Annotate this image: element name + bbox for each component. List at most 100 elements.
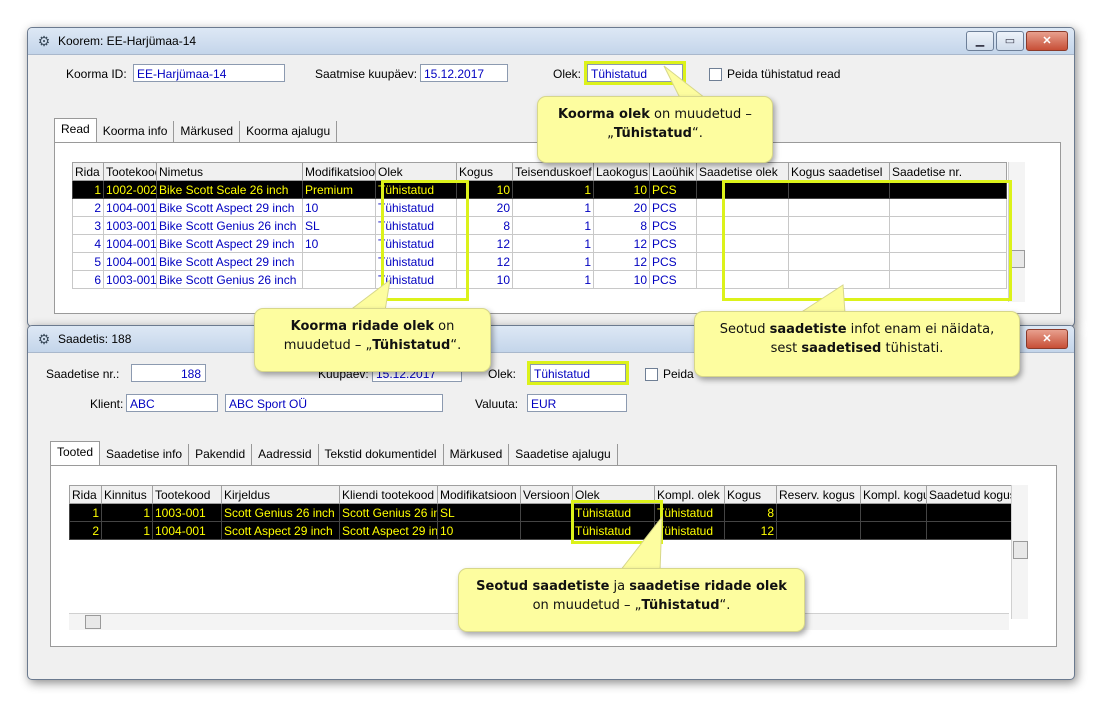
- table-cell[interactable]: Tühistatud: [375, 234, 457, 253]
- table-cell[interactable]: [696, 198, 789, 217]
- table-cell[interactable]: 12: [593, 252, 650, 271]
- table-cell[interactable]: Scott Genius 26 inch: [339, 503, 438, 522]
- valuuta-field[interactable]: EUR: [527, 394, 627, 412]
- column-header[interactable]: Kogus: [724, 485, 777, 504]
- column-header[interactable]: Olek: [375, 162, 457, 181]
- column-header[interactable]: Saadetise olek: [696, 162, 789, 181]
- column-header[interactable]: Kogus: [456, 162, 513, 181]
- table-cell[interactable]: 1003-001: [103, 270, 157, 289]
- table-cell[interactable]: [696, 270, 789, 289]
- table-cell[interactable]: 2: [69, 521, 102, 540]
- peida-tuhistatud-checkbox[interactable]: [709, 68, 722, 81]
- table-cell[interactable]: Premium: [302, 180, 376, 199]
- table-cell[interactable]: 1: [101, 521, 153, 540]
- table-cell[interactable]: 1: [101, 503, 153, 522]
- table-cell[interactable]: [889, 252, 1007, 271]
- klient-name-field[interactable]: ABC Sport OÜ: [225, 394, 443, 412]
- table-row[interactable]: 3 1003-001 Bike Scott Genius 26 inch SL Tühi…: [72, 216, 1007, 235]
- table-cell[interactable]: 4: [72, 234, 104, 253]
- table-cell[interactable]: [889, 180, 1007, 199]
- column-header[interactable]: Tootekood: [152, 485, 222, 504]
- table-cell[interactable]: Tühistatud: [572, 503, 655, 522]
- table-cell[interactable]: [926, 503, 1015, 522]
- table-cell[interactable]: 8: [456, 216, 513, 235]
- table-cell[interactable]: 12: [593, 234, 650, 253]
- close-button[interactable]: ✕: [1026, 329, 1068, 349]
- table-cell[interactable]: 12: [456, 252, 513, 271]
- table-cell[interactable]: 1: [512, 216, 594, 235]
- table-cell[interactable]: [696, 216, 789, 235]
- table-cell[interactable]: 1: [69, 503, 102, 522]
- column-header[interactable]: Reserv. kogus: [776, 485, 861, 504]
- table-row[interactable]: 4 1004-001 Bike Scott Aspect 29 inch 10 Tühi…: [72, 234, 1007, 253]
- table-row[interactable]: 5 1004-001 Bike Scott Aspect 29 inch Tühist…: [72, 252, 1007, 271]
- tab-pakendid[interactable]: Pakendid: [189, 444, 253, 466]
- klient-code-field[interactable]: ABC: [126, 394, 218, 412]
- column-header[interactable]: Kogus saadetisel: [788, 162, 890, 181]
- table-cell[interactable]: 10: [593, 180, 650, 199]
- column-header[interactable]: Tootekood: [103, 162, 157, 181]
- table-cell[interactable]: 1004-001: [103, 198, 157, 217]
- table-cell[interactable]: Tühistatud: [375, 180, 457, 199]
- table-cell[interactable]: [788, 270, 890, 289]
- table-cell[interactable]: [889, 234, 1007, 253]
- saadetis-olek-field[interactable]: Tühistatud: [530, 364, 626, 382]
- saadetis-scroll-thumb[interactable]: [1013, 541, 1028, 559]
- column-header[interactable]: Saadetud kogus: [926, 485, 1015, 504]
- column-header[interactable]: Rida: [69, 485, 102, 504]
- column-header[interactable]: Laokogus: [593, 162, 650, 181]
- table-cell[interactable]: [776, 521, 861, 540]
- table-row[interactable]: 2 1004-001 Bike Scott Aspect 29 inch 10 Tühi…: [72, 198, 1007, 217]
- table-cell[interactable]: 12: [724, 521, 777, 540]
- table-row[interactable]: 2 1 1004-001 Scott Aspect 29 inch Scott Aspe…: [69, 521, 1015, 540]
- table-cell[interactable]: Scott Aspect 29 inch: [339, 521, 438, 540]
- tab-aadressid[interactable]: Aadressid: [252, 444, 319, 466]
- table-cell[interactable]: PCS: [649, 270, 697, 289]
- table-cell[interactable]: Bike Scott Aspect 29 inch: [156, 252, 303, 271]
- table-cell[interactable]: [860, 503, 927, 522]
- table-cell[interactable]: SL: [437, 503, 521, 522]
- table-cell[interactable]: 10: [302, 234, 376, 253]
- koorem-titlebar[interactable]: ⚙ Koorem: EE-Harjümaa-14 ▁ ▭ ✕: [28, 28, 1074, 55]
- table-cell[interactable]: [889, 270, 1007, 289]
- saadetis-vertical-scrollbar[interactable]: [1011, 485, 1028, 619]
- table-cell[interactable]: [776, 503, 861, 522]
- table-cell[interactable]: 1: [512, 234, 594, 253]
- table-cell[interactable]: [696, 180, 789, 199]
- table-cell[interactable]: 20: [593, 198, 650, 217]
- table-cell[interactable]: PCS: [649, 234, 697, 253]
- table-row[interactable]: 1 1002-002 Bike Scott Scale 26 inch Premium…: [72, 180, 1007, 199]
- column-header[interactable]: Olek: [572, 485, 655, 504]
- table-cell[interactable]: 20: [456, 198, 513, 217]
- table-cell[interactable]: PCS: [649, 198, 697, 217]
- table-cell[interactable]: PCS: [649, 216, 697, 235]
- table-cell[interactable]: [788, 252, 890, 271]
- table-cell[interactable]: 2: [72, 198, 104, 217]
- table-cell[interactable]: 1003-001: [103, 216, 157, 235]
- table-cell[interactable]: 1: [72, 180, 104, 199]
- table-cell[interactable]: [788, 198, 890, 217]
- table-cell[interactable]: PCS: [649, 252, 697, 271]
- table-cell[interactable]: 1: [512, 198, 594, 217]
- minimize-button[interactable]: ▁: [966, 31, 994, 51]
- olek-field[interactable]: Tühistatud: [587, 64, 683, 82]
- column-header[interactable]: Saadetise nr.: [889, 162, 1007, 181]
- table-cell[interactable]: Tühistatud: [375, 216, 457, 235]
- table-cell[interactable]: PCS: [649, 180, 697, 199]
- table-cell[interactable]: 1002-002: [103, 180, 157, 199]
- table-cell[interactable]: Tühistatud: [375, 252, 457, 271]
- table-cell[interactable]: 3: [72, 216, 104, 235]
- column-header[interactable]: Kompl. kogus: [860, 485, 927, 504]
- table-cell[interactable]: 10: [456, 180, 513, 199]
- table-cell[interactable]: Bike Scott Genius 26 inch: [156, 216, 303, 235]
- table-cell[interactable]: 10: [302, 198, 376, 217]
- table-cell[interactable]: 1003-001: [152, 503, 222, 522]
- close-button[interactable]: ✕: [1026, 31, 1068, 51]
- column-header[interactable]: Kliendi tootekood: [339, 485, 438, 504]
- saatmise-kuupaev-field[interactable]: 15.12.2017: [420, 64, 508, 82]
- tab-koorma-info[interactable]: Koorma info: [97, 121, 175, 143]
- tab-saadetis-markused[interactable]: Märkused: [444, 444, 510, 466]
- table-cell[interactable]: 1: [512, 270, 594, 289]
- table-cell[interactable]: [520, 503, 573, 522]
- table-cell[interactable]: [788, 216, 890, 235]
